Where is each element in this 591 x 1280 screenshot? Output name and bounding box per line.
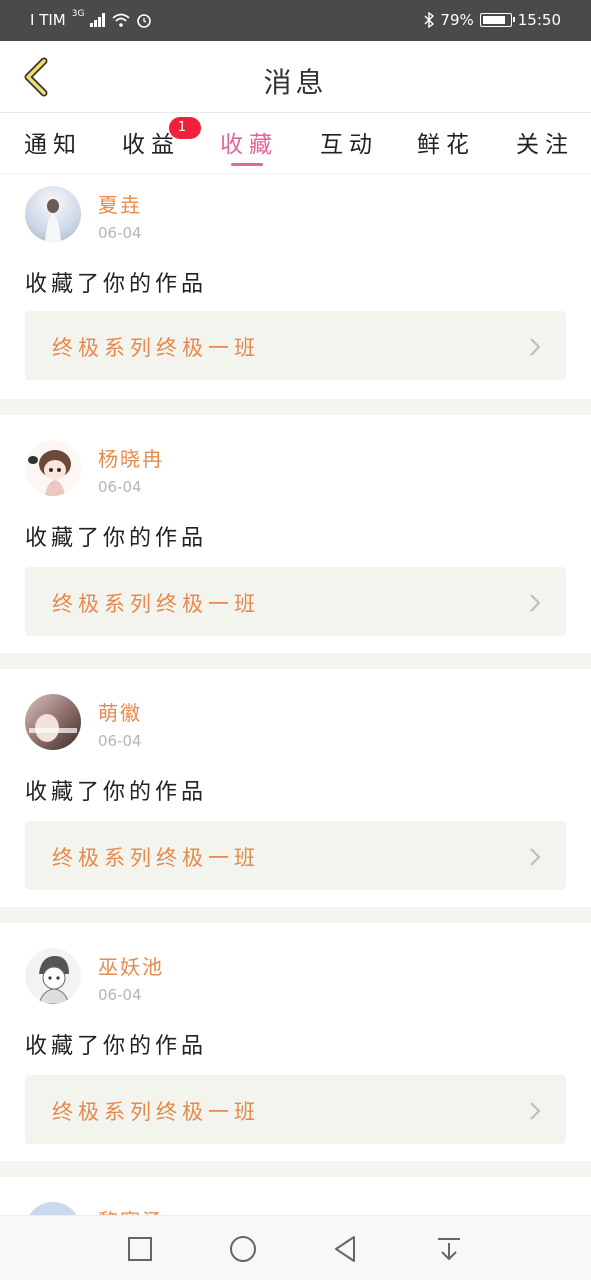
tab-label: 通知 bbox=[24, 132, 82, 158]
tab-label: 互动 bbox=[320, 132, 378, 158]
work-link[interactable]: 终极系列终极一班 bbox=[25, 1075, 566, 1144]
username-link[interactable]: 巫妖池 bbox=[98, 951, 164, 980]
tab-label: 关注 bbox=[516, 132, 574, 158]
tab-label: 收藏 bbox=[220, 132, 278, 158]
page-title: 消息 bbox=[263, 66, 328, 99]
chevron-right-icon bbox=[530, 594, 541, 612]
header: 消息 bbox=[0, 41, 591, 113]
tab-favorites[interactable]: 收藏 bbox=[220, 125, 278, 159]
avatar[interactable] bbox=[25, 694, 81, 750]
work-title: 终极系列终极一班 bbox=[52, 846, 260, 870]
chevron-right-icon bbox=[530, 338, 541, 356]
tab-label: 收益 bbox=[122, 132, 180, 158]
timestamp: 06-04 bbox=[98, 224, 142, 242]
unread-badge: 1 bbox=[169, 117, 201, 139]
tab-following[interactable]: 关注 bbox=[516, 125, 574, 159]
avatar[interactable] bbox=[25, 948, 81, 1004]
carrier-label: I TIM bbox=[30, 11, 66, 29]
clock: 15:50 bbox=[517, 11, 561, 29]
work-title: 终极系列终极一班 bbox=[52, 1100, 260, 1124]
work-link[interactable]: 终极系列终极一班 bbox=[25, 311, 566, 380]
avatar[interactable] bbox=[25, 440, 81, 496]
action-text: 收藏了你的作品 bbox=[25, 780, 208, 805]
tab-notifications[interactable]: 通知 bbox=[24, 125, 82, 159]
chevron-right-icon bbox=[530, 848, 541, 866]
tab-interactions[interactable]: 互动 bbox=[320, 125, 378, 159]
list-item: 萌徽 06-04 收藏了你的作品 终极系列终极一班 bbox=[0, 669, 591, 907]
home-icon[interactable] bbox=[228, 1234, 258, 1264]
chevron-right-icon bbox=[530, 1102, 541, 1120]
system-nav-bar bbox=[0, 1215, 591, 1280]
battery-icon bbox=[479, 13, 515, 27]
network-type: 3G bbox=[71, 9, 85, 19]
action-text: 收藏了你的作品 bbox=[25, 272, 208, 297]
status-bar: I TIM 3G 79% 15:50 bbox=[0, 0, 591, 41]
username-link[interactable]: 杨晓冉 bbox=[98, 443, 164, 472]
action-text: 收藏了你的作品 bbox=[25, 526, 208, 551]
work-link[interactable]: 终极系列终极一班 bbox=[25, 821, 566, 890]
timestamp: 06-04 bbox=[98, 986, 142, 1004]
avatar[interactable] bbox=[25, 186, 81, 242]
signal-icon bbox=[90, 13, 106, 27]
work-link[interactable]: 终极系列终极一班 bbox=[25, 567, 566, 636]
recent-apps-icon[interactable] bbox=[125, 1234, 155, 1264]
battery-percent: 79% bbox=[440, 11, 474, 29]
list-item: 夏垚 06-04 收藏了你的作品 终极系列终极一班 bbox=[0, 174, 591, 399]
wifi-icon bbox=[112, 13, 131, 27]
username-link[interactable]: 夏垚 bbox=[98, 189, 142, 218]
notification-pull-icon[interactable] bbox=[434, 1234, 464, 1264]
active-tab-indicator bbox=[231, 163, 263, 166]
alarm-icon bbox=[137, 14, 152, 28]
tab-flowers[interactable]: 鲜花 bbox=[417, 125, 475, 159]
tab-earnings[interactable]: 收益 1 bbox=[122, 117, 201, 159]
back-nav-icon[interactable] bbox=[330, 1234, 360, 1264]
timestamp: 06-04 bbox=[98, 478, 142, 496]
bluetooth-icon bbox=[424, 12, 435, 28]
tab-label: 鲜花 bbox=[417, 132, 475, 158]
timestamp: 06-04 bbox=[98, 732, 142, 750]
list-item: 杨晓冉 06-04 收藏了你的作品 终极系列终极一班 bbox=[0, 415, 591, 653]
work-title: 终极系列终极一班 bbox=[52, 336, 260, 360]
list-item: 巫妖池 06-04 收藏了你的作品 终极系列终极一班 bbox=[0, 923, 591, 1161]
username-link[interactable]: 萌徽 bbox=[98, 697, 142, 726]
tab-bar: 通知 收益 1 收藏 互动 鲜花 关注 bbox=[0, 113, 591, 173]
action-text: 收藏了你的作品 bbox=[25, 1034, 208, 1059]
work-title: 终极系列终极一班 bbox=[52, 592, 260, 616]
